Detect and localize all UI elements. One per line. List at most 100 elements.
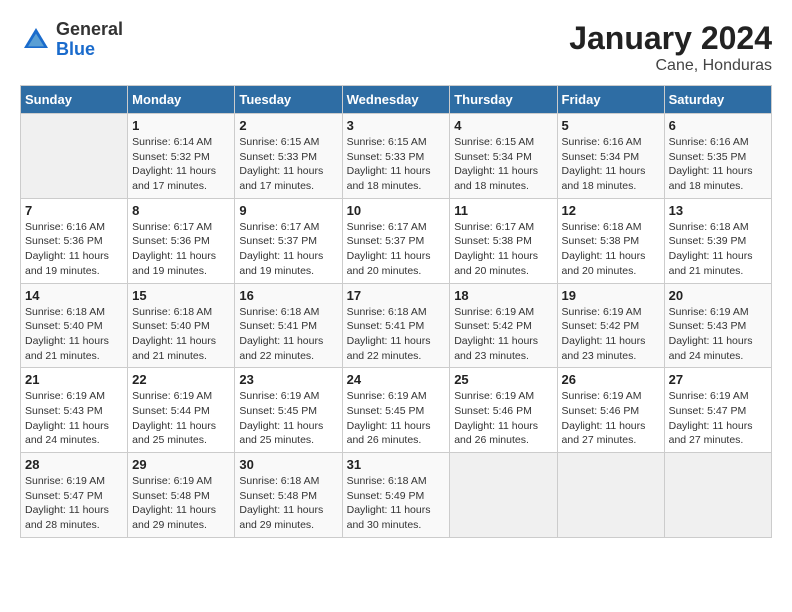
- day-info: Sunrise: 6:18 AM Sunset: 5:40 PM Dayligh…: [132, 305, 230, 364]
- day-cell: 27 Sunrise: 6:19 AM Sunset: 5:47 PM Dayli…: [664, 368, 771, 453]
- page-title: January 2024: [569, 20, 772, 57]
- day-number: 15: [132, 288, 230, 303]
- header-cell-wednesday: Wednesday: [342, 86, 450, 114]
- logo-icon: [20, 24, 52, 56]
- day-cell: [557, 453, 664, 538]
- day-number: 13: [669, 203, 767, 218]
- day-info: Sunrise: 6:16 AM Sunset: 5:35 PM Dayligh…: [669, 135, 767, 194]
- day-cell: 11Sunrise: 6:17 AM Sunset: 5:38 PM Dayli…: [450, 198, 557, 283]
- day-cell: 17Sunrise: 6:18 AM Sunset: 5:41 PM Dayli…: [342, 283, 450, 368]
- header-cell-sunday: Sunday: [21, 86, 128, 114]
- day-cell: 28 Sunrise: 6:19 AM Sunset: 5:47 PM Dayli…: [21, 453, 128, 538]
- day-info: Sunrise: 6:17 AM Sunset: 5:37 PM Dayligh…: [239, 220, 337, 279]
- day-number: 9: [239, 203, 337, 218]
- day-info: Sunrise: 6:19 AM Sunset: 5:45 PM Dayligh…: [347, 389, 446, 448]
- day-cell: 24 Sunrise: 6:19 AM Sunset: 5:45 PM Dayli…: [342, 368, 450, 453]
- day-number: 12: [562, 203, 660, 218]
- day-cell: [664, 453, 771, 538]
- day-info: Sunrise: 6:17 AM Sunset: 5:36 PM Dayligh…: [132, 220, 230, 279]
- day-number: 26: [562, 372, 660, 387]
- day-number: 21: [25, 372, 123, 387]
- day-info: Sunrise: 6:18 AM Sunset: 5:38 PM Dayligh…: [562, 220, 660, 279]
- day-info: Sunrise: 6:18 AM Sunset: 5:41 PM Dayligh…: [347, 305, 446, 364]
- header-cell-saturday: Saturday: [664, 86, 771, 114]
- day-info: Sunrise: 6:19 AM Sunset: 5:44 PM Dayligh…: [132, 389, 230, 448]
- day-number: 28: [25, 457, 123, 472]
- day-cell: 6Sunrise: 6:16 AM Sunset: 5:35 PM Daylig…: [664, 114, 771, 199]
- day-info: Sunrise: 6:15 AM Sunset: 5:33 PM Dayligh…: [347, 135, 446, 194]
- day-info: Sunrise: 6:19 AM Sunset: 5:48 PM Dayligh…: [132, 474, 230, 533]
- header-cell-friday: Friday: [557, 86, 664, 114]
- day-cell: [450, 453, 557, 538]
- day-info: Sunrise: 6:19 AM Sunset: 5:46 PM Dayligh…: [562, 389, 660, 448]
- day-number: 3: [347, 118, 446, 133]
- day-cell: 21 Sunrise: 6:19 AM Sunset: 5:43 PM Dayli…: [21, 368, 128, 453]
- day-cell: 1 Sunrise: 6:14 AM Sunset: 5:32 PM Daylig…: [128, 114, 235, 199]
- day-info: Sunrise: 6:19 AM Sunset: 5:43 PM Dayligh…: [669, 305, 767, 364]
- week-row-4: 21 Sunrise: 6:19 AM Sunset: 5:43 PM Dayli…: [21, 368, 772, 453]
- day-cell: 15 Sunrise: 6:18 AM Sunset: 5:40 PM Dayli…: [128, 283, 235, 368]
- day-cell: 25 Sunrise: 6:19 AM Sunset: 5:46 PM Dayli…: [450, 368, 557, 453]
- day-info: Sunrise: 6:17 AM Sunset: 5:37 PM Dayligh…: [347, 220, 446, 279]
- day-info: Sunrise: 6:19 AM Sunset: 5:43 PM Dayligh…: [25, 389, 123, 448]
- day-number: 2: [239, 118, 337, 133]
- day-number: 25: [454, 372, 552, 387]
- day-info: Sunrise: 6:19 AM Sunset: 5:47 PM Dayligh…: [25, 474, 123, 533]
- day-number: 29: [132, 457, 230, 472]
- day-number: 14: [25, 288, 123, 303]
- logo-blue: Blue: [56, 40, 123, 60]
- day-number: 27: [669, 372, 767, 387]
- week-row-5: 28 Sunrise: 6:19 AM Sunset: 5:47 PM Dayli…: [21, 453, 772, 538]
- day-number: 7: [25, 203, 123, 218]
- day-cell: 2 Sunrise: 6:15 AM Sunset: 5:33 PM Daylig…: [235, 114, 342, 199]
- day-number: 24: [347, 372, 446, 387]
- week-row-1: 1 Sunrise: 6:14 AM Sunset: 5:32 PM Daylig…: [21, 114, 772, 199]
- calendar-table: SundayMondayTuesdayWednesdayThursdayFrid…: [20, 85, 772, 538]
- day-info: Sunrise: 6:19 AM Sunset: 5:46 PM Dayligh…: [454, 389, 552, 448]
- day-number: 11: [454, 203, 552, 218]
- day-number: 19: [562, 288, 660, 303]
- calendar-body: 1 Sunrise: 6:14 AM Sunset: 5:32 PM Daylig…: [21, 114, 772, 538]
- calendar-header: SundayMondayTuesdayWednesdayThursdayFrid…: [21, 86, 772, 114]
- day-cell: 9 Sunrise: 6:17 AM Sunset: 5:37 PM Daylig…: [235, 198, 342, 283]
- day-cell: 3 Sunrise: 6:15 AM Sunset: 5:33 PM Daylig…: [342, 114, 450, 199]
- day-info: Sunrise: 6:18 AM Sunset: 5:49 PM Dayligh…: [347, 474, 446, 533]
- week-row-3: 14 Sunrise: 6:18 AM Sunset: 5:40 PM Dayli…: [21, 283, 772, 368]
- day-cell: 31Sunrise: 6:18 AM Sunset: 5:49 PM Dayli…: [342, 453, 450, 538]
- day-number: 8: [132, 203, 230, 218]
- header-cell-monday: Monday: [128, 86, 235, 114]
- day-cell: 16 Sunrise: 6:18 AM Sunset: 5:41 PM Dayli…: [235, 283, 342, 368]
- header-cell-thursday: Thursday: [450, 86, 557, 114]
- day-cell: 5Sunrise: 6:16 AM Sunset: 5:34 PM Daylig…: [557, 114, 664, 199]
- page-subtitle: Cane, Honduras: [569, 57, 772, 75]
- day-info: Sunrise: 6:18 AM Sunset: 5:48 PM Dayligh…: [239, 474, 337, 533]
- day-cell: [21, 114, 128, 199]
- day-cell: 19 Sunrise: 6:19 AM Sunset: 5:42 PM Dayli…: [557, 283, 664, 368]
- header-cell-tuesday: Tuesday: [235, 86, 342, 114]
- day-info: Sunrise: 6:16 AM Sunset: 5:34 PM Dayligh…: [562, 135, 660, 194]
- day-info: Sunrise: 6:16 AM Sunset: 5:36 PM Dayligh…: [25, 220, 123, 279]
- day-info: Sunrise: 6:19 AM Sunset: 5:45 PM Dayligh…: [239, 389, 337, 448]
- day-info: Sunrise: 6:19 AM Sunset: 5:42 PM Dayligh…: [454, 305, 552, 364]
- day-cell: 14Sunrise: 6:18 AM Sunset: 5:40 PM Dayli…: [21, 283, 128, 368]
- day-info: Sunrise: 6:19 AM Sunset: 5:47 PM Dayligh…: [669, 389, 767, 448]
- day-number: 30: [239, 457, 337, 472]
- day-number: 16: [239, 288, 337, 303]
- day-cell: 8 Sunrise: 6:17 AM Sunset: 5:36 PM Daylig…: [128, 198, 235, 283]
- day-number: 23: [239, 372, 337, 387]
- day-info: Sunrise: 6:19 AM Sunset: 5:42 PM Dayligh…: [562, 305, 660, 364]
- header-row: SundayMondayTuesdayWednesdayThursdayFrid…: [21, 86, 772, 114]
- day-number: 1: [132, 118, 230, 133]
- day-cell: 23 Sunrise: 6:19 AM Sunset: 5:45 PM Dayli…: [235, 368, 342, 453]
- logo-general: General: [56, 20, 123, 40]
- day-info: Sunrise: 6:18 AM Sunset: 5:41 PM Dayligh…: [239, 305, 337, 364]
- day-number: 20: [669, 288, 767, 303]
- day-info: Sunrise: 6:15 AM Sunset: 5:33 PM Dayligh…: [239, 135, 337, 194]
- day-info: Sunrise: 6:14 AM Sunset: 5:32 PM Dayligh…: [132, 135, 230, 194]
- day-cell: 7 Sunrise: 6:16 AM Sunset: 5:36 PM Daylig…: [21, 198, 128, 283]
- day-cell: 29 Sunrise: 6:19 AM Sunset: 5:48 PM Dayli…: [128, 453, 235, 538]
- day-cell: 13Sunrise: 6:18 AM Sunset: 5:39 PM Dayli…: [664, 198, 771, 283]
- day-number: 4: [454, 118, 552, 133]
- day-cell: 22Sunrise: 6:19 AM Sunset: 5:44 PM Dayli…: [128, 368, 235, 453]
- day-number: 18: [454, 288, 552, 303]
